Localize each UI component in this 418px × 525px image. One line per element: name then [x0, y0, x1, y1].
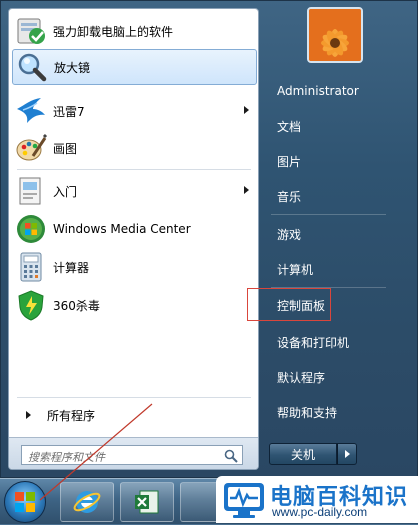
program-label: 计算器: [53, 260, 90, 275]
start-menu: 强力卸载电脑上的软件 放大镜 迅雷7 画图 入门 Windows Media C…: [0, 0, 418, 478]
submenu-arrow-icon: [244, 106, 249, 114]
getting-started-icon: [19, 177, 41, 205]
computer-link[interactable]: 计算机: [269, 255, 389, 283]
user-name-link[interactable]: Administrator: [269, 77, 389, 105]
program-calculator[interactable]: 计算器: [12, 249, 257, 285]
taskbar-excel[interactable]: [120, 482, 174, 522]
right-item-label: 音乐: [277, 189, 302, 204]
program-360-antivirus[interactable]: 360杀毒: [12, 287, 257, 323]
program-media-center[interactable]: Windows Media Center: [12, 211, 257, 247]
documents-link[interactable]: 文档: [269, 112, 389, 140]
programs-divider: [17, 169, 251, 170]
program-label: 入门: [53, 184, 78, 199]
search-icon[interactable]: [224, 449, 238, 463]
programs-pane: 强力卸载电脑上的软件 放大镜 迅雷7 画图 入门 Windows Media C…: [8, 8, 259, 470]
user-picture[interactable]: [307, 7, 363, 63]
watermark: 电脑百科知识 www.pc-daily.com: [216, 476, 418, 523]
games-link[interactable]: 游戏: [269, 220, 389, 248]
right-pane-divider: [271, 287, 386, 288]
program-getting-started[interactable]: 入门: [12, 173, 257, 209]
shutdown-label: 关机: [290, 447, 315, 462]
360-antivirus-icon: [18, 290, 44, 321]
program-label: 画图: [53, 141, 78, 156]
shutdown-options-button[interactable]: [337, 443, 357, 465]
control-panel-link[interactable]: 控制面板: [269, 291, 389, 319]
all-programs-label: 所有程序: [47, 408, 96, 423]
program-magnifier[interactable]: 放大镜: [12, 49, 257, 85]
right-item-label: 控制面板: [277, 298, 326, 313]
search-area: 搜索程序和文件: [9, 437, 258, 469]
right-item-label: 帮助和支持: [277, 405, 338, 420]
paint-icon: [16, 133, 47, 161]
magnifier-icon: [18, 53, 47, 82]
program-paint[interactable]: 画图: [12, 130, 257, 166]
program-thunder[interactable]: 迅雷7: [12, 93, 257, 129]
all-programs-divider: [17, 397, 251, 398]
right-item-label: 设备和打印机: [277, 335, 350, 350]
all-programs-button[interactable]: 所有程序: [12, 403, 257, 427]
submenu-arrow-icon: [244, 186, 249, 194]
music-link[interactable]: 音乐: [269, 182, 389, 210]
program-label: 360杀毒: [53, 298, 100, 313]
right-item-label: Administrator: [277, 84, 359, 98]
start-button[interactable]: [4, 481, 46, 523]
program-uninstaller[interactable]: 强力卸载电脑上的软件: [12, 13, 257, 49]
flower-icon: [309, 9, 361, 61]
all-programs-arrow-icon: [26, 411, 31, 419]
internet-explorer-icon: [73, 491, 101, 513]
calculator-icon: [20, 252, 42, 282]
program-label: 强力卸载电脑上的软件: [53, 24, 174, 39]
devices-printers-link[interactable]: 设备和打印机: [269, 328, 389, 356]
search-placeholder: 搜索程序和文件: [28, 451, 105, 464]
program-label: 迅雷7: [53, 104, 85, 119]
search-input[interactable]: 搜索程序和文件: [21, 445, 243, 465]
excel-icon: [135, 490, 159, 514]
right-item-label: 默认程序: [277, 370, 326, 385]
program-label: 放大镜: [54, 60, 91, 75]
watermark-url: www.pc-daily.com: [272, 505, 368, 519]
right-item-label: 计算机: [277, 262, 314, 277]
pictures-link[interactable]: 图片: [269, 147, 389, 175]
right-pane-divider: [271, 214, 386, 215]
taskbar-internet-explorer[interactable]: [60, 482, 114, 522]
thunder-icon: [17, 98, 45, 123]
right-item-label: 文档: [277, 119, 302, 134]
default-programs-link[interactable]: 默认程序: [269, 363, 389, 391]
shutdown-button[interactable]: 关机: [269, 443, 337, 465]
help-support-link[interactable]: 帮助和支持: [269, 398, 389, 426]
uninstaller-icon: [17, 18, 45, 44]
program-label: Windows Media Center: [53, 222, 191, 236]
media-center-icon: [17, 215, 45, 243]
chevron-right-icon: [345, 450, 350, 458]
windows-logo-icon: [15, 492, 35, 512]
right-item-label: 图片: [277, 154, 302, 169]
monitor-logo-icon: [224, 483, 264, 518]
right-item-label: 游戏: [277, 227, 302, 242]
